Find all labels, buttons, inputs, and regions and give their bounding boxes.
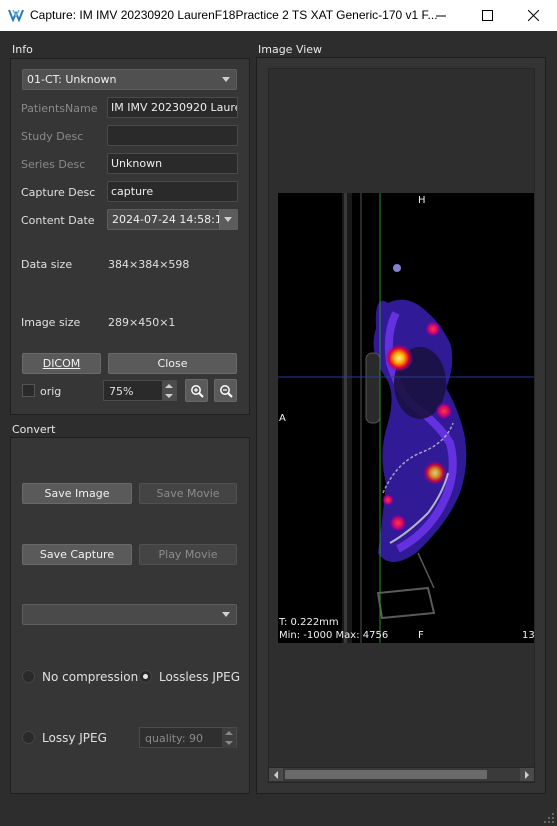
orientation-bottom-label: F <box>418 630 424 641</box>
data-size-value: 384×384×598 <box>108 258 190 271</box>
chevron-up-icon <box>165 384 173 388</box>
info-group-label: Info <box>12 43 33 56</box>
zoom-in-icon <box>190 384 204 398</box>
scroll-right-button[interactable] <box>520 768 534 781</box>
chevron-up-icon <box>225 731 233 735</box>
data-size-label: Data size <box>21 258 73 271</box>
save-image-button[interactable]: Save Image <box>22 483 132 504</box>
dicom-button[interactable]: DICOM <box>22 353 101 374</box>
lossless-jpeg-radio[interactable] <box>139 670 152 683</box>
resize-grip-icon[interactable] <box>543 812 555 824</box>
window-title-bar: Capture: IM IMV 20230920 LaurenF18Practi… <box>0 0 557 31</box>
zoom-spinbox[interactable]: 75% <box>103 380 177 401</box>
image-viewer[interactable]: H A T: 0.222mm Min: -1000 Max: 4756 F 13 <box>278 193 534 643</box>
chevron-left-icon <box>274 771 278 779</box>
app-logo-icon <box>8 9 24 22</box>
image-size-label: Image size <box>21 316 81 329</box>
horizontal-scrollbar[interactable] <box>269 767 534 781</box>
series-select[interactable]: 01-CT: Unknown <box>22 69 237 90</box>
study-desc-field[interactable] <box>107 125 238 146</box>
quality-spinbox[interactable]: quality: 90 <box>139 727 237 748</box>
zoom-out-button[interactable] <box>214 379 237 402</box>
slice-thickness: T: 0.222mm <box>279 617 339 628</box>
save-movie-label: Save Movie <box>156 487 220 500</box>
orig-checkbox[interactable] <box>22 384 35 397</box>
zoom-up-button[interactable] <box>162 381 176 391</box>
window-min-max: Min: -1000 Max: 4756 <box>279 630 389 641</box>
scan-image <box>278 193 534 643</box>
close-window-button[interactable] <box>510 0 556 31</box>
maximize-icon <box>481 10 493 21</box>
quality-value: quality: 90 <box>145 732 204 745</box>
chevron-down-icon <box>224 217 232 222</box>
minimize-button[interactable] <box>418 0 464 31</box>
zoom-value: 75% <box>109 385 134 398</box>
series-desc-field[interactable]: Unknown <box>107 153 238 174</box>
orig-label: orig <box>40 385 62 398</box>
patients-name-field[interactable]: IM IMV 20230920 LaurenF <box>107 97 238 118</box>
series-select-value: 01-CT: Unknown <box>27 73 117 86</box>
content-date-value: 2024-07-24 14:58:16 <box>112 213 229 226</box>
zoom-in-button[interactable] <box>185 379 208 402</box>
image-size-value: 289×450×1 <box>108 316 176 329</box>
zoom-out-icon <box>219 384 233 398</box>
chevron-right-icon <box>525 771 529 779</box>
save-movie-button[interactable]: Save Movie <box>139 483 237 504</box>
save-capture-button[interactable]: Save Capture <box>22 544 132 565</box>
capture-desc-field[interactable]: capture <box>107 181 238 202</box>
orientation-top-label: H <box>418 195 426 206</box>
scroll-left-button[interactable] <box>269 768 283 781</box>
quality-up-button[interactable] <box>222 728 236 738</box>
scrollbar-thumb[interactable] <box>285 770 487 779</box>
no-compression-label: No compression <box>42 670 139 684</box>
image-view-group-label: Image View <box>258 43 323 56</box>
content-date-label: Content Date <box>21 214 95 227</box>
no-compression-radio[interactable] <box>22 670 35 683</box>
series-desc-label: Series Desc <box>21 158 86 171</box>
save-capture-label: Save Capture <box>39 548 115 561</box>
capture-desc-label: Capture Desc <box>21 186 96 199</box>
chevron-down-icon <box>222 612 230 617</box>
lossless-jpeg-label: Lossless JPEG <box>159 670 241 684</box>
maximize-button[interactable] <box>464 0 510 31</box>
close-button[interactable]: Close <box>108 353 237 374</box>
study-desc-label: Study Desc <box>21 130 84 143</box>
chevron-down-icon <box>225 741 233 745</box>
save-image-label: Save Image <box>44 487 110 500</box>
slice-number: 13 <box>522 630 534 641</box>
lossy-jpeg-radio[interactable] <box>22 731 35 744</box>
window-title: Capture: IM IMV 20230920 LaurenF18Practi… <box>30 8 438 22</box>
content-date-picker[interactable]: 2024-07-24 14:58:16 <box>107 209 238 230</box>
play-movie-button[interactable]: Play Movie <box>139 544 237 565</box>
date-dropdown-button[interactable] <box>219 210 237 229</box>
lossy-jpeg-label: Lossy JPEG <box>42 731 107 745</box>
format-select[interactable] <box>22 604 237 625</box>
chevron-down-icon <box>165 394 173 398</box>
convert-group-label: Convert <box>12 423 56 436</box>
zoom-down-button[interactable] <box>162 391 176 401</box>
close-icon <box>527 10 539 21</box>
orientation-left-label: A <box>279 413 286 424</box>
quality-down-button[interactable] <box>222 738 236 748</box>
chevron-down-icon <box>222 77 230 82</box>
minimize-icon <box>435 15 446 17</box>
play-movie-label: Play Movie <box>158 548 218 561</box>
patients-name-label: PatientsName <box>21 102 98 115</box>
